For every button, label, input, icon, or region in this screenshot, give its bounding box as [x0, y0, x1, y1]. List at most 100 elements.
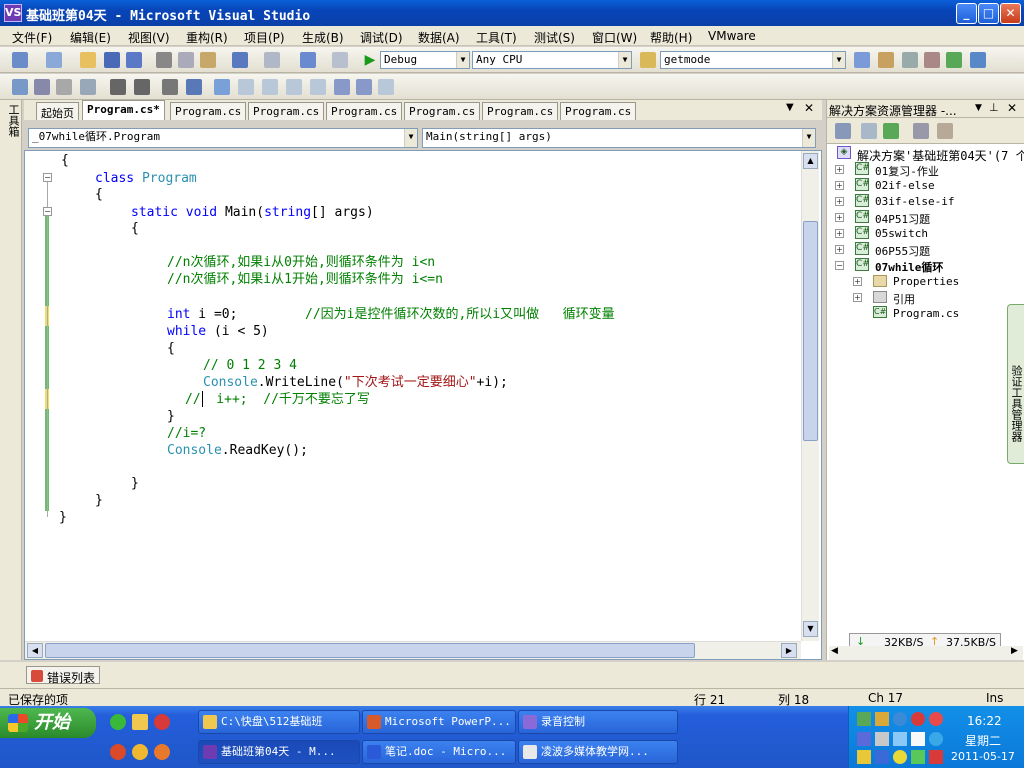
expand-icon[interactable]: +	[835, 229, 844, 238]
member-navigation-select[interactable]: Main(string[] args) ▼	[422, 128, 816, 148]
menu-project[interactable]: 项目(P)	[244, 29, 285, 46]
taskbar-teaching-window[interactable]: 凌波多媒体教学网...	[518, 740, 678, 764]
close-panel-icon[interactable]: ✕	[1007, 101, 1017, 115]
new-project-icon[interactable]	[12, 52, 28, 68]
horizontal-scroll-thumb[interactable]	[45, 643, 695, 658]
close-button[interactable]: ✕	[1000, 3, 1021, 24]
tab-dropdown-icon[interactable]: ▼	[786, 102, 794, 113]
previous-bookmark-folder-icon[interactable]	[286, 79, 302, 95]
horizontal-scrollbar[interactable]: ◀ ▶	[25, 641, 801, 659]
project-item[interactable]: 04P51习题	[875, 211, 930, 227]
menu-edit[interactable]: 编辑(E)	[70, 29, 111, 46]
taskbar-visual-studio-window[interactable]: 基础班第04天 - M...	[198, 740, 360, 764]
undo-icon[interactable]	[232, 52, 248, 68]
firefox-icon[interactable]	[154, 744, 170, 760]
display-object-member-icon[interactable]	[12, 79, 28, 95]
toolbox-tab-label[interactable]: 工具箱	[3, 104, 20, 137]
toolbox-strip[interactable]: 工具箱	[0, 100, 22, 660]
quick-launch-icon[interactable]	[110, 714, 126, 730]
collapse-method-icon[interactable]: −	[43, 207, 52, 216]
taskbar-powerpoint-window[interactable]: Microsoft PowerP...	[362, 710, 516, 734]
class-diagram-icon[interactable]	[937, 123, 953, 139]
collapse-class-icon[interactable]: −	[43, 173, 52, 182]
class-navigation-select[interactable]: _07while循环.Program ▼	[28, 128, 418, 148]
scroll-left-icon[interactable]: ◀	[27, 643, 43, 658]
copy-icon[interactable]	[178, 52, 194, 68]
find-icon[interactable]	[854, 52, 870, 68]
cut-icon[interactable]	[156, 52, 172, 68]
menu-refactor[interactable]: 重构(R)	[186, 29, 228, 46]
project-item[interactable]: 01复习-作业	[875, 163, 939, 179]
maximize-button[interactable]: □	[978, 3, 999, 24]
scroll-right-icon[interactable]: ▶	[781, 643, 797, 658]
tray-icon[interactable]	[875, 712, 889, 726]
properties-node[interactable]: Properties	[893, 275, 959, 288]
clear-bookmarks-icon[interactable]	[378, 79, 394, 95]
scroll-up-icon[interactable]: ▲	[803, 153, 818, 169]
tab-program-cs-7[interactable]: Program.cs	[560, 102, 637, 120]
solution-config-select[interactable]: Debug ▼	[380, 51, 470, 69]
tray-icon[interactable]	[857, 712, 871, 726]
expand-icon[interactable]: +	[853, 277, 862, 286]
parameter-info-icon[interactable]	[34, 79, 50, 95]
next-bookmark-icon[interactable]	[262, 79, 278, 95]
side-tool-tab-label[interactable]: 验证工具管理器	[1010, 365, 1023, 442]
collapse-icon[interactable]: −	[835, 261, 844, 270]
solution-root[interactable]: 解决方案'基础班第04天'(7 个	[857, 147, 1024, 164]
panel-menu-icon[interactable]: ▼	[975, 103, 982, 113]
previous-bookmark-document-icon[interactable]	[334, 79, 350, 95]
tray-icon[interactable]	[929, 750, 943, 764]
tab-program-cs-6[interactable]: Program.cs	[482, 102, 559, 120]
quick-launch-icon[interactable]	[110, 744, 126, 760]
menu-build[interactable]: 生成(B)	[302, 29, 344, 46]
tab-program-cs-4[interactable]: Program.cs	[326, 102, 403, 120]
open-folder-icon[interactable]	[80, 52, 96, 68]
tab-program-cs-2[interactable]: Program.cs	[170, 102, 247, 120]
tray-icon[interactable]	[929, 712, 943, 726]
object-browser-icon[interactable]	[902, 52, 918, 68]
tab-program-cs-3[interactable]: Program.cs	[248, 102, 325, 120]
command-window-icon[interactable]	[970, 52, 986, 68]
add-item-icon[interactable]	[46, 52, 62, 68]
show-all-files-icon[interactable]	[861, 123, 877, 139]
quick-launch-icon[interactable]	[132, 744, 148, 760]
view-code-icon[interactable]	[913, 123, 929, 139]
comment-lines-icon[interactable]	[162, 79, 178, 95]
complete-word-icon[interactable]	[80, 79, 96, 95]
tab-start-page[interactable]: 起始页	[36, 102, 79, 120]
menu-tools[interactable]: 工具(T)	[476, 29, 517, 46]
toolbox-icon[interactable]	[924, 52, 940, 68]
decrease-indent-icon[interactable]	[110, 79, 126, 95]
media-icon[interactable]	[154, 714, 170, 730]
project-item[interactable]: 06P55习题	[875, 243, 930, 259]
paste-icon[interactable]	[200, 52, 216, 68]
navigate-forward-icon[interactable]	[332, 52, 348, 68]
tray-icon[interactable]	[857, 732, 871, 746]
taskbar-explorer-window[interactable]: C:\快盘\512基础班	[198, 710, 360, 734]
references-node[interactable]: 引用	[893, 291, 915, 307]
error-list-tab[interactable]: 错误列表	[26, 666, 101, 685]
tab-program-cs-active[interactable]: Program.cs*	[82, 100, 165, 120]
pin-icon[interactable]: ⊥	[989, 101, 999, 114]
project-item[interactable]: 02if-else	[875, 179, 935, 192]
expand-icon[interactable]: +	[853, 293, 862, 302]
code-editor[interactable]: − − { class Program { static void Main(s…	[24, 150, 822, 660]
tray-icon[interactable]	[911, 750, 925, 764]
properties-icon[interactable]	[835, 123, 851, 139]
expand-icon[interactable]: +	[835, 213, 844, 222]
previous-bookmark-icon[interactable]	[238, 79, 254, 95]
toggle-bookmark-icon[interactable]	[214, 79, 230, 95]
redo-icon[interactable]	[264, 52, 280, 68]
solution-platform-select[interactable]: Any CPU ▼	[472, 51, 632, 69]
menu-test[interactable]: 测试(S)	[534, 29, 575, 46]
expand-icon[interactable]: +	[835, 245, 844, 254]
tray-icon[interactable]	[893, 750, 907, 764]
start-button[interactable]: 开始	[0, 708, 96, 738]
tray-icon[interactable]	[893, 712, 907, 726]
program-cs-node[interactable]: Program.cs	[893, 307, 959, 320]
minimize-button[interactable]: _	[956, 3, 977, 24]
solution-horizontal-scrollbar[interactable]: ◀ ▶	[829, 646, 1023, 660]
uncomment-lines-icon[interactable]	[186, 79, 202, 95]
increase-indent-icon[interactable]	[134, 79, 150, 95]
find-in-files-icon[interactable]	[640, 52, 656, 68]
